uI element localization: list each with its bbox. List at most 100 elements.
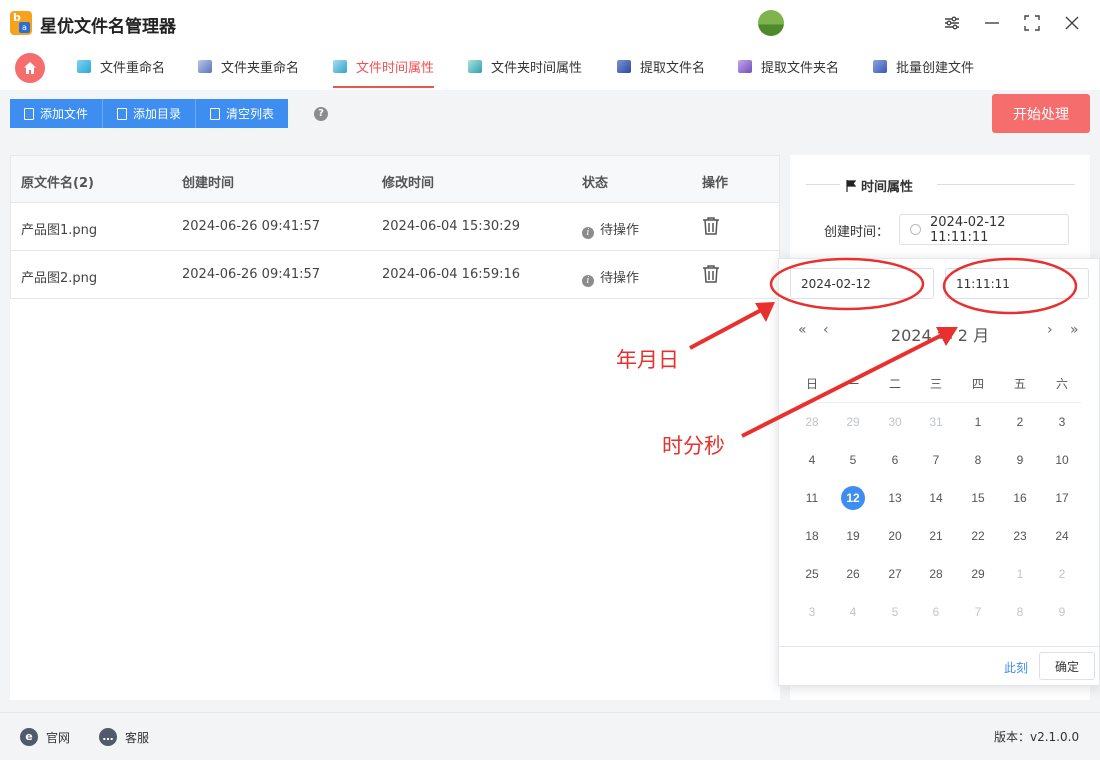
file-time-icon xyxy=(333,59,347,73)
file-icon xyxy=(117,107,128,120)
calendar-day[interactable]: 4 xyxy=(800,448,824,472)
clear-list-button[interactable]: 清空列表 xyxy=(196,99,289,128)
calendar-day[interactable]: 8 xyxy=(966,448,990,472)
rename-folder-icon xyxy=(198,59,212,73)
calendar-day[interactable]: 11 xyxy=(800,486,824,510)
annotation-time: 时分秒 xyxy=(662,434,725,458)
maximize-icon[interactable] xyxy=(1021,12,1043,34)
calendar-day[interactable]: 18 xyxy=(800,524,824,548)
status-text: 待操作 xyxy=(600,223,640,238)
calendar-day[interactable]: 22 xyxy=(966,524,990,548)
calendar-day[interactable]: 13 xyxy=(883,486,907,510)
calendar-day[interactable]: 14 xyxy=(924,486,948,510)
calendar-day-other[interactable]: 29 xyxy=(841,410,865,434)
cell-modified: 2024-06-04 15:30:29 xyxy=(382,219,521,234)
calendar-day-other[interactable]: 30 xyxy=(883,410,907,434)
extract-foldername-icon xyxy=(738,59,752,73)
table-header: 原文件名(2) 创建时间 修改时间 状态 操作 xyxy=(10,155,780,203)
calendar-day-other[interactable]: 8 xyxy=(1008,600,1032,624)
calendar-day[interactable]: 9 xyxy=(1008,448,1032,472)
calendar-day[interactable]: 6 xyxy=(883,448,907,472)
calendar-day-other[interactable]: 4 xyxy=(841,600,865,624)
rename-file-icon xyxy=(77,59,91,73)
calendar-day[interactable]: 5 xyxy=(841,448,865,472)
weekday-label: 六 xyxy=(1055,377,1068,391)
calendar-day[interactable]: 3 xyxy=(1050,410,1074,434)
header-created: 创建时间 xyxy=(182,176,235,191)
calendar-day[interactable]: 7 xyxy=(924,448,948,472)
calendar-day[interactable]: 29 xyxy=(966,562,990,586)
calendar-day[interactable]: 27 xyxy=(883,562,907,586)
tab-file-time[interactable]: 文件时间属性 xyxy=(333,46,435,88)
confirm-button[interactable]: 确定 xyxy=(1039,652,1095,680)
website-link[interactable]: e 官网 xyxy=(20,728,70,746)
calendar-day[interactable]: 21 xyxy=(924,524,948,548)
calendar-day[interactable]: 23 xyxy=(1008,524,1032,548)
tab-batch-create[interactable]: 批量创建文件 xyxy=(873,46,974,86)
delete-icon[interactable] xyxy=(702,216,720,236)
tab-extract-filename[interactable]: 提取文件名 xyxy=(617,46,705,86)
picker-time-input[interactable]: 11:11:11 xyxy=(945,268,1089,299)
app-title: 星优文件名管理器 xyxy=(40,17,176,37)
calendar-day-other[interactable]: 9 xyxy=(1050,600,1074,624)
calendar-day[interactable]: 15 xyxy=(966,486,990,510)
start-process-button[interactable]: 开始处理 xyxy=(992,94,1090,133)
chat-icon: … xyxy=(99,728,117,746)
table-row[interactable]: 产品图1.png 2024-06-26 09:41:57 2024-06-04 … xyxy=(10,203,780,251)
calendar-day-other[interactable]: 7 xyxy=(966,600,990,624)
weekday-label: 二 xyxy=(888,377,901,391)
tab-label: 批量创建文件 xyxy=(896,60,975,76)
user-avatar[interactable] xyxy=(758,10,784,36)
help-icon[interactable]: ? xyxy=(314,107,328,121)
tab-file-rename[interactable]: 文件重命名 xyxy=(77,46,165,86)
add-directory-button[interactable]: 添加目录 xyxy=(103,99,197,128)
tab-folder-rename[interactable]: 文件夹重命名 xyxy=(198,46,299,86)
home-button[interactable] xyxy=(15,53,45,83)
cell-filename: 产品图1.png xyxy=(21,223,98,238)
tab-folder-time[interactable]: 文件夹时间属性 xyxy=(468,46,582,86)
minimize-icon[interactable] xyxy=(981,12,1003,34)
calendar-day[interactable]: 12 xyxy=(841,486,865,510)
calendar-day[interactable]: 20 xyxy=(883,524,907,548)
add-file-button[interactable]: 添加文件 xyxy=(10,99,104,128)
tab-extract-foldername[interactable]: 提取文件夹名 xyxy=(738,46,839,86)
calendar-day[interactable]: 10 xyxy=(1050,448,1074,472)
created-time-input[interactable]: 2024-02-12 11:11:11 xyxy=(899,214,1069,245)
delete-icon[interactable] xyxy=(702,264,720,284)
calendar-day[interactable]: 28 xyxy=(924,562,948,586)
divider xyxy=(937,184,1075,185)
divider xyxy=(806,184,840,185)
table-row[interactable]: 产品图2.png 2024-06-26 09:41:57 2024-06-04 … xyxy=(10,251,780,299)
flag-icon xyxy=(846,179,856,192)
next-month-icon[interactable]: › xyxy=(1047,322,1053,338)
status-text: 待操作 xyxy=(600,271,640,286)
calendar-day[interactable]: 17 xyxy=(1050,486,1074,510)
calendar-day-other[interactable]: 31 xyxy=(924,410,948,434)
calendar-day[interactable]: 1 xyxy=(966,410,990,434)
calendar-day[interactable]: 2 xyxy=(1008,410,1032,434)
cell-created: 2024-06-26 09:41:57 xyxy=(182,267,321,282)
calendar-day[interactable]: 19 xyxy=(841,524,865,548)
close-icon[interactable] xyxy=(1061,12,1083,34)
settings-icon[interactable] xyxy=(941,12,963,34)
calendar-day-other[interactable]: 2 xyxy=(1050,562,1074,586)
now-button[interactable]: 此刻 xyxy=(1004,659,1028,676)
calendar-day-other[interactable]: 3 xyxy=(800,600,824,624)
header-action: 操作 xyxy=(702,176,729,191)
support-link[interactable]: … 客服 xyxy=(99,728,149,746)
panel-title-text: 时间属性 xyxy=(861,180,914,195)
calendar-day-other[interactable]: 6 xyxy=(924,600,948,624)
calendar-day[interactable]: 25 xyxy=(800,562,824,586)
picker-date-input[interactable]: 2024-02-12 xyxy=(790,268,934,299)
calendar-day[interactable]: 16 xyxy=(1008,486,1032,510)
calendar-day-other[interactable]: 28 xyxy=(800,410,824,434)
footer: e 官网 … 客服 版本：v2.1.0.0 xyxy=(0,712,1100,760)
cell-modified: 2024-06-04 16:59:16 xyxy=(382,267,521,282)
weekday-label: 日 xyxy=(805,377,818,391)
header-filename: 原文件名(2) xyxy=(21,176,94,191)
calendar-day[interactable]: 26 xyxy=(841,562,865,586)
next-year-icon[interactable]: » xyxy=(1070,322,1079,338)
calendar-day-other[interactable]: 1 xyxy=(1008,562,1032,586)
calendar-day[interactable]: 24 xyxy=(1050,524,1074,548)
calendar-day-other[interactable]: 5 xyxy=(883,600,907,624)
